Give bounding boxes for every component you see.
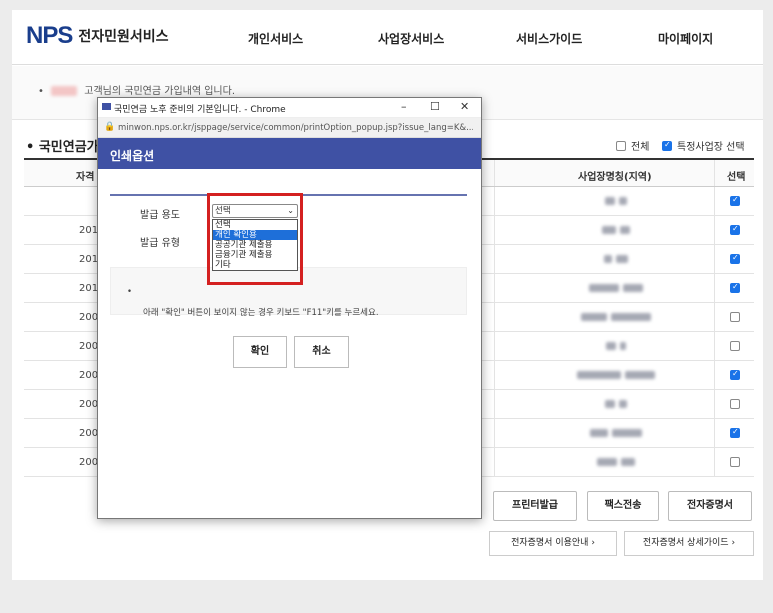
cancel-button[interactable]: 취소 — [294, 336, 349, 368]
popup-titlebar[interactable]: 국민연금 노후 준비의 기본입니다. - Chrome – ☐ ✕ — [98, 98, 481, 118]
chevron-right-icon: › — [591, 538, 595, 548]
printer-issue-button[interactable]: 프린터발급 — [493, 491, 577, 521]
row-select-checkbox[interactable] — [730, 312, 745, 325]
check-specific-option[interactable]: 특정사업장 선택 — [662, 138, 745, 153]
row-select-checkbox[interactable] — [730, 341, 745, 354]
qualification-year: 200 — [79, 457, 99, 468]
popup-heading-bar: 인쇄옵션 — [98, 138, 481, 169]
row-select-checkbox[interactable] — [730, 195, 745, 209]
maximize-icon[interactable]: ☐ — [430, 100, 440, 113]
bullet-icon: • — [38, 86, 44, 97]
col-business-name: 사업장명칭(지역) — [578, 172, 652, 183]
row-select-checkbox[interactable] — [730, 369, 745, 383]
business-name-blurred — [589, 284, 643, 295]
nav-personal-service[interactable]: 개인서비스 — [248, 30, 303, 47]
qualification-year: 201 — [79, 225, 99, 236]
purpose-label: 발급 용도 — [140, 210, 180, 221]
business-name-blurred — [597, 458, 635, 469]
close-icon[interactable]: ✕ — [460, 100, 469, 113]
print-option-popup: 국민연금 노후 준비의 기본입니다. - Chrome – ☐ ✕ 🔒 minw… — [97, 97, 482, 519]
qualification-year: 200 — [79, 399, 99, 410]
business-name-blurred — [605, 400, 627, 411]
ecert-info-button[interactable]: 전자증명서 이용안내 › — [489, 531, 617, 556]
popup-window-title: 국민연금 노후 준비의 기본입니다. - Chrome — [114, 105, 286, 115]
business-name-blurred — [606, 342, 626, 353]
site-favicon-icon — [102, 103, 111, 110]
popup-url: minwon.nps.or.kr/jsppage/service/common/… — [118, 123, 473, 133]
nav-business-service[interactable]: 사업장서비스 — [378, 30, 444, 47]
row-select-checkbox[interactable] — [730, 282, 745, 296]
highlight-box — [207, 193, 303, 285]
logo-text: 전자민원서비스 — [78, 29, 169, 45]
col-select: 선택 — [727, 172, 746, 183]
qualification-year: 200 — [79, 341, 99, 352]
business-name-blurred — [602, 226, 630, 237]
qualification-year: 200 — [79, 312, 99, 323]
popup-url-bar[interactable]: 🔒 minwon.nps.or.kr/jsppage/service/commo… — [98, 118, 481, 138]
business-name-blurred — [577, 371, 655, 382]
banner-text: 고객님의 국민연금 가입내역 입니다. — [84, 86, 235, 97]
nav-service-guide[interactable]: 서비스가이드 — [516, 30, 582, 47]
business-name-blurred — [590, 429, 642, 440]
qualification-year: 201 — [79, 254, 99, 265]
row-select-checkbox[interactable] — [730, 399, 745, 412]
section-title: • 국민연금가 — [26, 140, 99, 155]
type-label: 발급 유형 — [140, 238, 180, 249]
row-select-checkbox[interactable] — [730, 253, 745, 267]
logo-mark: NPS — [26, 22, 73, 49]
notice-text: 아래 "확인" 버튼이 보이지 않는 경우 키보드 "F11"키를 누르세요. — [143, 308, 379, 318]
row-select-checkbox[interactable] — [730, 457, 745, 470]
nav-my-page[interactable]: 마이페이지 — [658, 30, 713, 47]
chevron-right-icon: › — [731, 538, 736, 548]
nps-logo[interactable]: NPS 전자민원서비스 — [26, 22, 169, 50]
confirm-button[interactable]: 확인 — [233, 336, 287, 368]
site-header: NPS 전자민원서비스 개인서비스 사업장서비스 서비스가이드 마이페이지 — [12, 10, 763, 65]
fax-send-button[interactable]: 팩스전송 — [587, 491, 659, 521]
lock-icon: 🔒 — [104, 122, 116, 132]
check-all-option[interactable]: 전체 — [616, 138, 649, 153]
minimize-icon[interactable]: – — [401, 100, 407, 113]
business-name-blurred — [581, 313, 651, 324]
blurred-name — [51, 86, 78, 96]
qualification-year: 201 — [79, 283, 99, 294]
ecert-guide-button[interactable]: 전자증명서 상세가이드 › — [624, 531, 754, 556]
e-certificate-button[interactable]: 전자증명서 — [668, 491, 752, 521]
qualification-year: 200 — [79, 370, 99, 381]
business-name-blurred — [605, 197, 627, 208]
checkbox-all[interactable] — [616, 140, 626, 151]
row-select-checkbox[interactable] — [730, 427, 745, 441]
col-qualification: 자격 — [76, 172, 95, 183]
popup-heading: 인쇄옵션 — [110, 149, 155, 163]
checkbox-specific[interactable] — [662, 140, 672, 151]
business-name-blurred — [604, 255, 628, 266]
qualification-year: 200 — [79, 428, 99, 439]
row-select-checkbox[interactable] — [730, 224, 745, 238]
